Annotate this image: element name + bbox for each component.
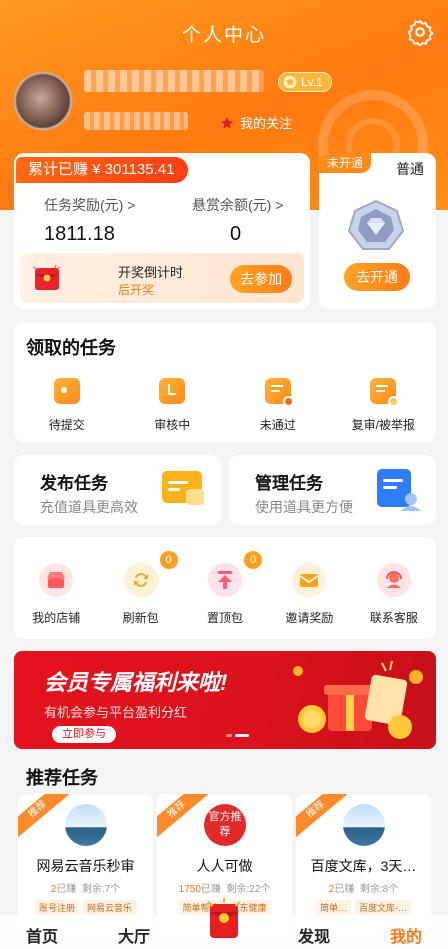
manage-task-title: 管理任务 [255,474,323,493]
service-my-shop[interactable]: 我的店铺 [14,563,98,626]
recommend-section-title: 推荐任务 [26,768,98,788]
task-status-label: 审核中 [154,418,191,432]
vip-status-tag: 未开通 [319,153,372,173]
task-title: 人人可做 [196,858,253,874]
bounty-label: 悬赏余额(元) > [192,197,284,213]
task-meta: 2已赚 剩余:8个 [328,884,399,895]
service-label: 联系客服 [369,611,418,625]
red-envelope-icon [32,264,61,290]
follow-label: 我的关注 [240,116,293,131]
task-status-reviewing[interactable]: 审核中 [120,378,226,433]
service-contact-support[interactable]: 联系客服 [352,563,436,626]
lottery-title: 开奖倒计时 [118,265,184,280]
red-envelope-icon[interactable] [202,896,246,940]
task-tags: 简单… 百度文库-… [296,900,431,915]
lottery-countdown: 开奖倒计时 后开奖 去参加 [20,253,304,303]
refresh-icon: 0 [123,551,178,597]
task-status-label: 待提交 [48,418,85,432]
gift-coins-illustration [293,660,423,739]
recommend-task-card[interactable]: 推荐 百度文库，3天… 2已赚 剩余:8个 简单… 百度文库-… [296,794,431,934]
vip-welfare-banner[interactable]: 会员专属福利来啦! 有机会参与平台盈利分红 立即参与 [14,651,436,749]
my-follow-link[interactable]: 我的关注 [220,113,292,132]
lottery-subtitle: 后开奖 [118,283,155,297]
service-label: 我的店铺 [32,611,81,625]
level-badge[interactable]: Lv.1 [278,72,332,92]
service-label: 置顶包 [207,611,244,625]
publish-task-title: 发布任务 [40,474,108,493]
services-panel: 我的店铺 0 刷新包 0 置顶包 邀请奖励 联系客服 [14,537,436,639]
settings-gear-icon[interactable] [406,18,434,46]
pin-top-icon: 0 [208,551,263,597]
bounty-balance-block[interactable]: 悬赏余额(元) > 0 [192,195,283,246]
pending-submit-icon [53,378,80,404]
banner-pagination [226,734,249,737]
task-meta: 1750已赚 剩余:22个 [178,884,271,895]
service-label: 刷新包 [122,611,159,625]
task-thumbnail [65,804,107,846]
task-status-label: 未通过 [259,418,296,432]
task-status-label: 复审/被举报 [351,418,415,432]
invite-icon [292,563,327,597]
document-user-icon [377,469,421,511]
support-icon [376,563,411,597]
level-text: Lv.1 [301,75,323,89]
banner-join-button[interactable]: 立即参与 [52,726,116,743]
task-status-re-review[interactable]: 复审/被举报 [331,378,437,433]
task-status-pending[interactable]: 待提交 [14,378,120,433]
bounty-value: 0 [230,223,242,245]
task-meta: 2已赚 剩余:7个 [50,884,121,895]
page-title: 个人中心 [181,25,266,46]
tab-home[interactable]: 首页 [26,923,58,947]
total-earned-tag: 累计已赚 ¥ 301135.41 [16,157,189,183]
official-recommend-badge: 官方推荐 [204,804,246,846]
star-icon [283,75,297,89]
join-button[interactable]: 去参加 [230,265,292,293]
user-id-blurred [84,112,188,130]
shop-icon [39,563,74,597]
tab-discover[interactable]: 发现 [298,923,330,947]
banner-title: 会员专属福利来啦! [44,670,228,695]
publish-task-subtitle: 充值道具更高效 [40,499,138,515]
banner-subtitle: 有机会参与平台盈利分红 [44,705,188,720]
open-vip-button[interactable]: 去开通 [344,263,410,291]
manage-task-card[interactable]: 管理任务 使用道具更方便 [229,455,436,525]
task-thumbnail [343,804,385,846]
manage-task-subtitle: 使用道具更方便 [255,499,353,515]
service-pin-top-pack[interactable]: 0 置顶包 [183,551,267,626]
service-refresh-pack[interactable]: 0 刷新包 [98,551,182,626]
reviewing-icon [159,378,186,404]
task-reward-block[interactable]: 任务奖励(元) > 1811.18 [44,195,135,246]
task-title: 网易云音乐秒审 [36,858,135,874]
diamond-badge-icon [347,199,405,250]
task-status-rejected[interactable]: 未通过 [225,378,331,433]
task-reward-value: 1811.18 [44,223,115,245]
vip-level-title: 普通 [396,161,424,177]
tab-mine[interactable]: 我的 [390,923,422,947]
service-invite-reward[interactable]: 邀请奖励 [267,563,351,626]
task-title: 百度文库，3天… [310,858,417,874]
tab-hall[interactable]: 大厅 [118,923,150,947]
refresh-count-badge: 0 [159,551,178,569]
avatar[interactable] [14,72,72,130]
vip-card: 未开通 普通 去开通 [319,153,436,309]
rejected-icon [264,378,294,407]
folder-icon [162,471,204,505]
claimed-tasks-title: 领取的任务 [26,338,116,358]
pin-top-count-badge: 0 [244,551,263,569]
earnings-card: 累计已赚 ¥ 301135.41 任务奖励(元) > 1811.18 悬赏余额(… [14,153,310,309]
publish-task-card[interactable]: 发布任务 充值道具更高效 [14,455,221,525]
task-reward-label: 任务奖励(元) > [44,197,136,213]
recommend-task-card[interactable]: 推荐 网易云音乐秒审 2已赚 剩余:7个 账号注册 网易云音乐 [18,794,153,934]
re-review-icon [370,378,400,407]
task-tags: 账号注册 网易云音乐 [18,900,153,915]
claimed-tasks-panel: 领取的任务 待提交 审核中 未通过 复审/被举报 [14,322,436,442]
service-label: 邀请奖励 [285,611,334,625]
username-blurred [84,70,264,92]
star-icon [221,116,233,128]
